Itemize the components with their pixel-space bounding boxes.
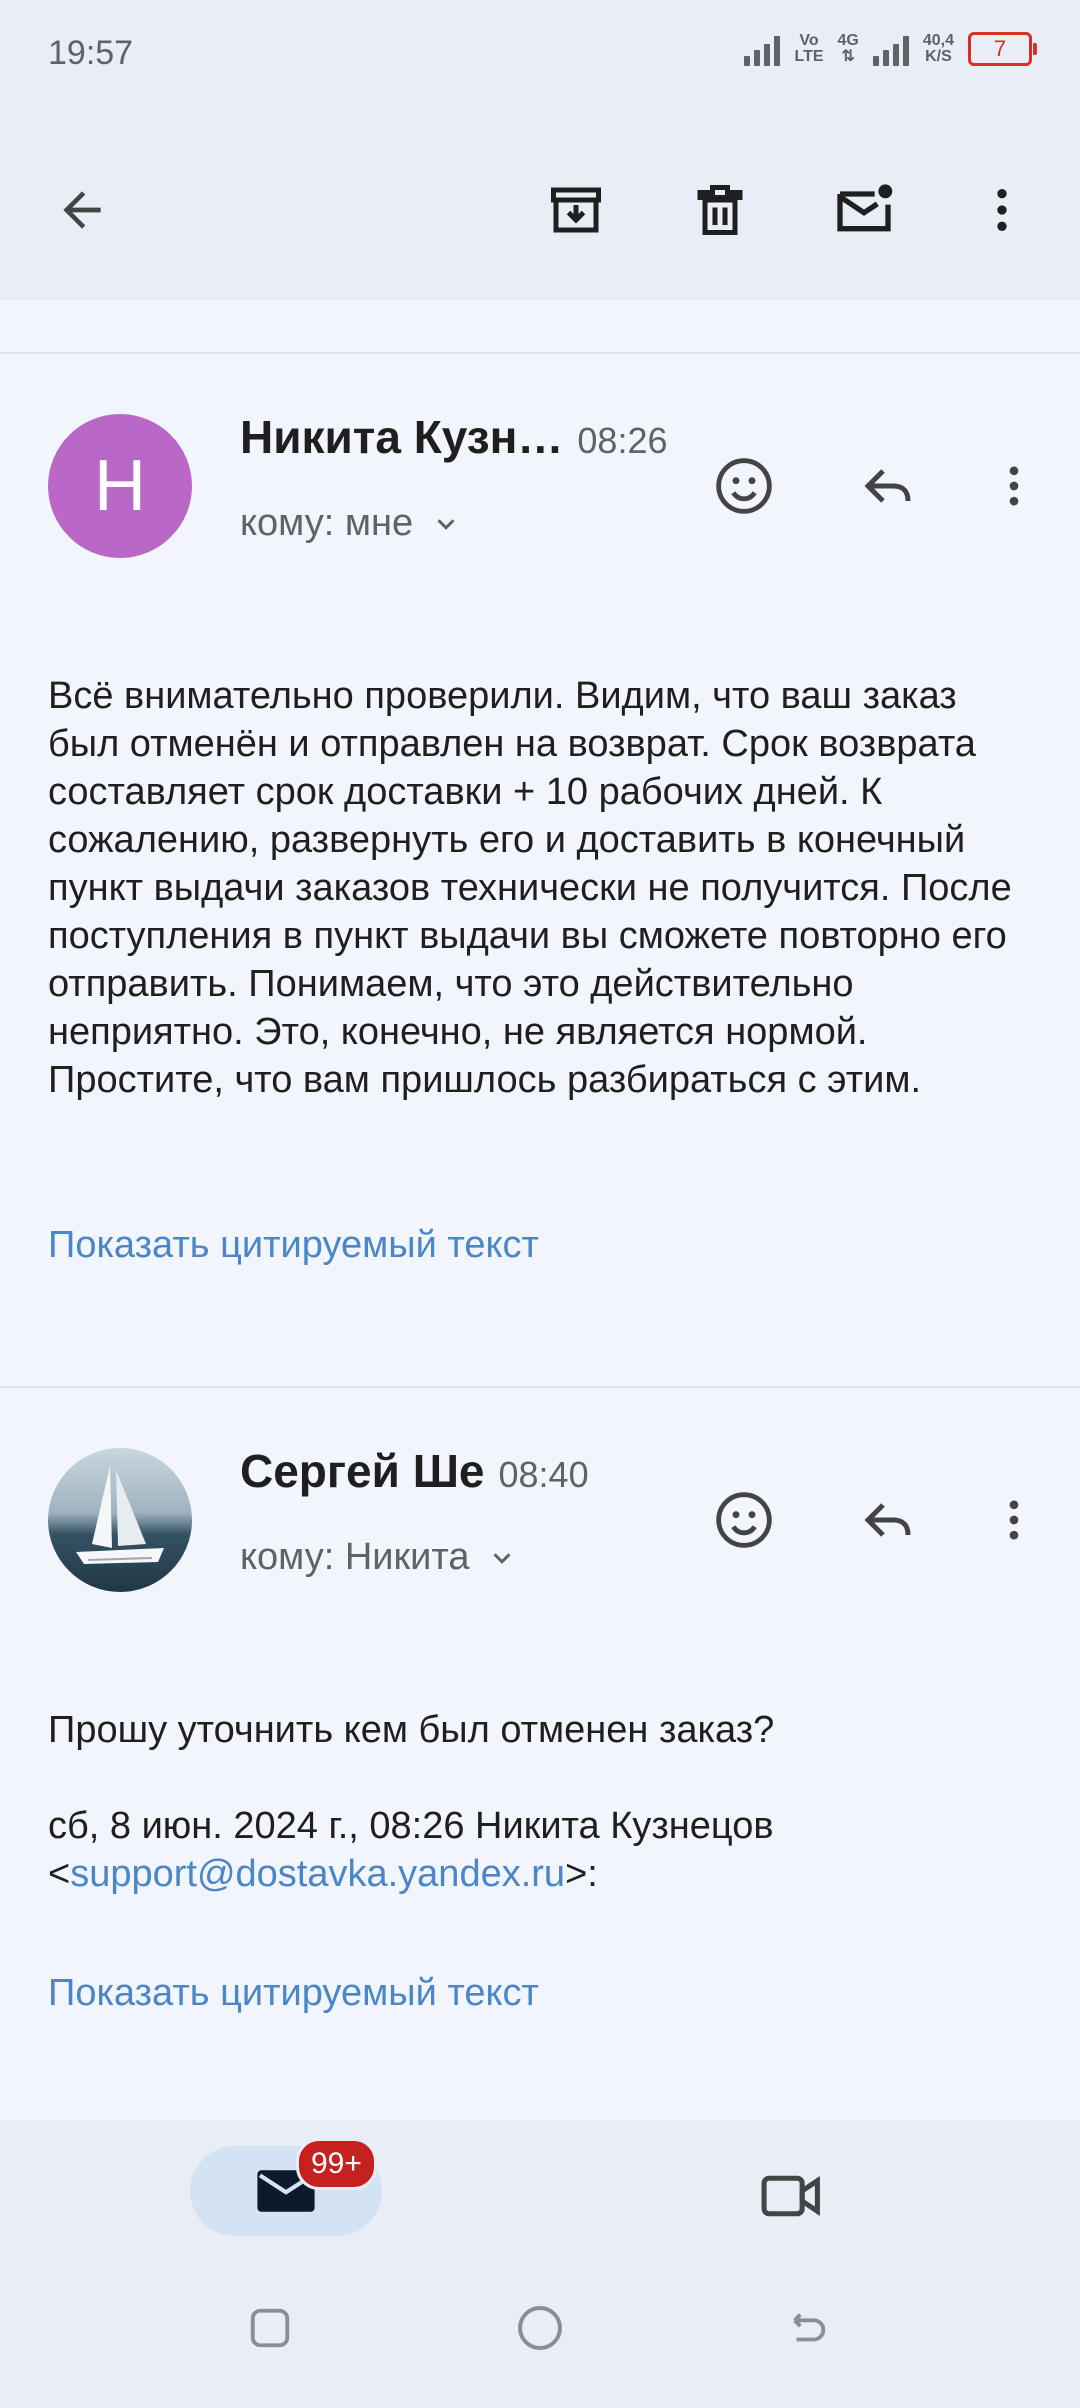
react-button[interactable]	[704, 446, 784, 526]
recent-apps-button[interactable]	[240, 2298, 300, 2358]
sender-name: Сергей Ше 08:40	[240, 1445, 589, 1497]
message-more-button[interactable]	[974, 1480, 1054, 1560]
mark-unread-button[interactable]	[824, 170, 904, 250]
message-header-2[interactable]: Сергей Ше 08:40 кому: Никита	[0, 1444, 1080, 1604]
show-quoted-text-link[interactable]: Показать цитируемый текст	[48, 1972, 539, 2015]
show-quoted-text-link[interactable]: Показать цитируемый текст	[48, 1224, 539, 1267]
back-arrow-icon	[793, 2313, 826, 2342]
chevron-down-icon	[493, 1552, 512, 1564]
sender-name: Никита Кузн… 08:26	[240, 411, 668, 463]
message-body-2: Прошу уточнить кем был отменен заказ?	[48, 1709, 775, 1751]
signal-icon	[744, 32, 781, 66]
emoji-icon	[716, 1492, 772, 1548]
bottom-navigation: 99+	[0, 2120, 1080, 2408]
system-back-button[interactable]	[778, 2298, 838, 2358]
mail-unread-icon	[837, 184, 893, 232]
divider	[0, 1386, 1080, 1388]
divider	[0, 352, 1080, 354]
quote-header: сб, 8 июн. 2024 г., 08:26 Никита Кузнецо…	[48, 1805, 774, 1895]
emoji-icon	[716, 458, 772, 514]
message-more-button[interactable]	[974, 446, 1054, 526]
reply-icon	[864, 1503, 911, 1537]
message-header-1[interactable]: Н Никита Кузн… 08:26 кому: мне	[0, 410, 1080, 570]
more-vert-icon	[997, 189, 1007, 231]
back-button[interactable]	[42, 170, 122, 250]
message-time: 08:40	[498, 1454, 589, 1495]
avatar: Н	[48, 414, 192, 558]
unread-count-badge: 99+	[296, 2138, 377, 2190]
status-icons: Vo LTE 4G ⇅ 40,4 K/S 7	[744, 32, 1037, 66]
video-camera-icon	[761, 2175, 820, 2217]
more-options-button[interactable]	[962, 170, 1042, 250]
trash-icon	[697, 185, 743, 235]
volte-indicator: Vo LTE	[794, 32, 824, 65]
circle-icon	[518, 2306, 562, 2350]
status-time: 19:57	[48, 34, 134, 72]
network-type: 4G ⇅	[837, 32, 859, 65]
recipient-toggle[interactable]: кому: мне	[240, 502, 461, 545]
square-icon	[250, 2308, 290, 2348]
react-button[interactable]	[704, 1480, 784, 1560]
message-time: 08:26	[577, 420, 668, 461]
more-vert-icon	[1009, 1500, 1019, 1540]
delete-button[interactable]	[680, 170, 760, 250]
reply-button[interactable]	[848, 1480, 928, 1560]
arrow-left-icon	[63, 191, 101, 229]
message-body-1: Всё внимательно проверили. Видим, что ва…	[48, 675, 1012, 1101]
archive-button[interactable]	[536, 170, 616, 250]
status-bar: 19:57 Vo LTE 4G ⇅ 40,4 K/S 7	[0, 0, 1080, 110]
meet-tab[interactable]	[752, 2156, 832, 2236]
chevron-down-icon	[437, 518, 455, 530]
archive-icon	[551, 187, 601, 233]
email-link[interactable]: support@dostavka.yandex.ru	[70, 1853, 565, 1895]
recipient-toggle[interactable]: кому: Никита	[240, 1536, 517, 1579]
battery-icon: 7	[968, 32, 1037, 66]
reply-button[interactable]	[848, 446, 928, 526]
sailboat-photo	[76, 1466, 164, 1564]
avatar	[48, 1448, 192, 1592]
reply-icon	[864, 469, 911, 503]
network-speed: 40,4 K/S	[922, 32, 954, 65]
home-button[interactable]	[510, 2298, 570, 2358]
more-vert-icon	[1009, 466, 1019, 506]
top-toolbar	[0, 110, 1080, 300]
signal-icon-2	[872, 32, 909, 66]
